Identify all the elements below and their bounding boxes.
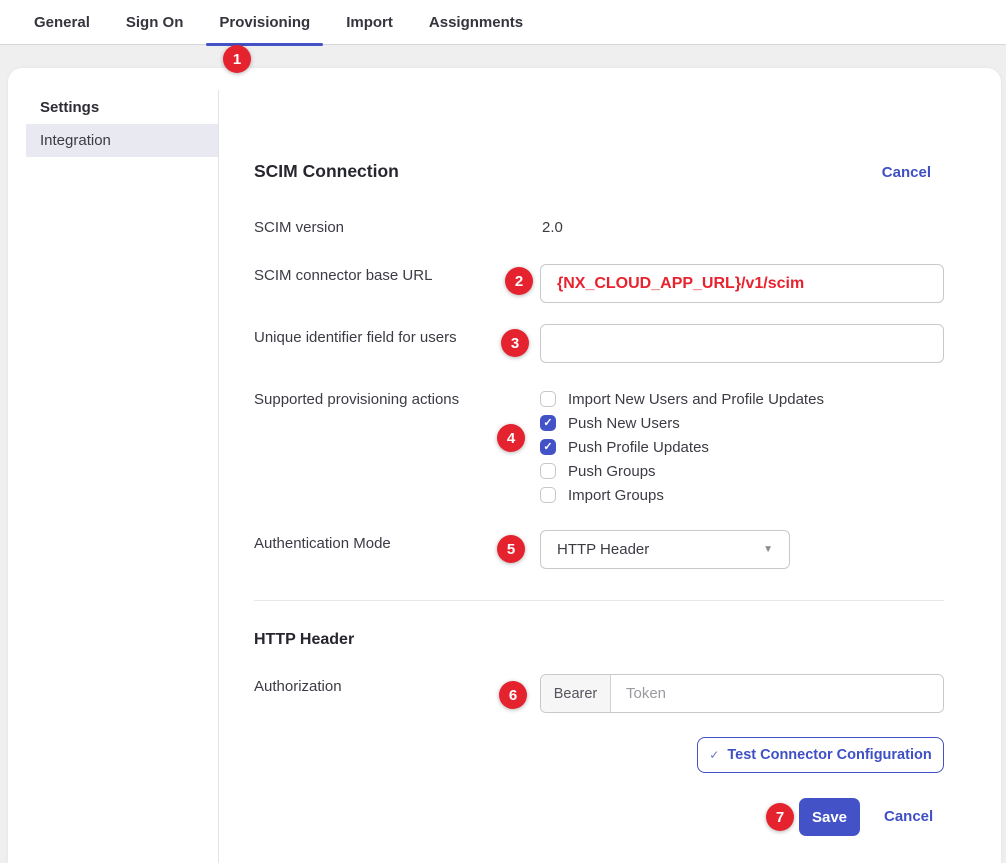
section-divider	[254, 600, 944, 601]
step-badge-3: 3	[501, 329, 529, 357]
save-button[interactable]: Save	[799, 798, 860, 836]
auth-mode-selected-value: HTTP Header	[557, 541, 649, 558]
tab-import[interactable]: Import	[328, 0, 411, 44]
checkbox-import-groups[interactable]: ✓	[540, 487, 556, 503]
checkmark-icon: ✓	[543, 418, 552, 429]
cancel-link-bottom[interactable]: Cancel	[884, 808, 933, 825]
step-badge-1: 1	[223, 45, 251, 73]
base-url-label: SCIM connector base URL	[254, 267, 432, 284]
bearer-prefix: Bearer	[541, 675, 611, 712]
unique-id-label: Unique identifier field for users	[254, 329, 457, 346]
checkmark-icon: ✓	[709, 748, 719, 762]
checkbox-row-import-new-users[interactable]: ✓ Import New Users and Profile Updates	[540, 387, 824, 411]
checkbox-label: Import New Users and Profile Updates	[568, 391, 824, 408]
sidebar-header: Settings	[40, 99, 99, 116]
checkbox-import-new-users[interactable]: ✓	[540, 391, 556, 407]
test-connector-button-label: Test Connector Configuration	[727, 747, 931, 763]
checkbox-label: Push Groups	[568, 463, 656, 480]
test-connector-button[interactable]: ✓ Test Connector Configuration	[697, 737, 944, 773]
step-badge-7: 7	[766, 803, 794, 831]
app-tab-bar: General Sign On Provisioning Import Assi…	[0, 0, 1006, 45]
checkbox-row-push-new-users[interactable]: ✓ Push New Users	[540, 411, 680, 435]
checkbox-label: Push New Users	[568, 415, 680, 432]
scim-version-value: 2.0	[542, 219, 563, 236]
sidebar-divider	[218, 90, 219, 863]
step-badge-4: 4	[497, 424, 525, 452]
checkmark-icon: ✓	[543, 442, 552, 453]
checkbox-label: Import Groups	[568, 487, 664, 504]
sidebar-item-integration[interactable]: Integration	[26, 124, 218, 157]
provisioning-actions-label: Supported provisioning actions	[254, 391, 459, 408]
step-badge-5: 5	[497, 535, 525, 563]
http-header-section-title: HTTP Header	[254, 631, 354, 649]
tab-provisioning[interactable]: Provisioning	[201, 0, 328, 44]
token-input[interactable]	[611, 675, 943, 712]
step-badge-2: 2	[505, 267, 533, 295]
checkbox-row-import-groups[interactable]: ✓ Import Groups	[540, 483, 664, 507]
settings-card: Settings Integration SCIM Connection Can…	[8, 68, 1001, 863]
auth-mode-select[interactable]: HTTP Header ▼	[540, 530, 790, 569]
sidebar-item-label: Integration	[40, 132, 111, 149]
checkbox-push-new-users[interactable]: ✓	[540, 415, 556, 431]
authorization-label: Authorization	[254, 678, 342, 695]
cancel-link-top[interactable]: Cancel	[882, 164, 931, 181]
scim-version-label: SCIM version	[254, 219, 344, 236]
tab-assignments[interactable]: Assignments	[411, 0, 541, 44]
checkbox-push-profile-updates[interactable]: ✓	[540, 439, 556, 455]
checkbox-push-groups[interactable]: ✓	[540, 463, 556, 479]
chevron-down-icon: ▼	[763, 544, 773, 555]
checkbox-row-push-groups[interactable]: ✓ Push Groups	[540, 459, 656, 483]
checkbox-row-push-profile-updates[interactable]: ✓ Push Profile Updates	[540, 435, 709, 459]
tab-sign-on[interactable]: Sign On	[108, 0, 202, 44]
step-badge-6: 6	[499, 681, 527, 709]
page-title: SCIM Connection	[254, 161, 399, 182]
unique-id-input[interactable]	[540, 324, 944, 363]
authorization-input-group: Bearer	[540, 674, 944, 713]
tab-general[interactable]: General	[16, 0, 108, 44]
auth-mode-label: Authentication Mode	[254, 535, 391, 552]
checkbox-label: Push Profile Updates	[568, 439, 709, 456]
base-url-input[interactable]	[540, 264, 944, 303]
